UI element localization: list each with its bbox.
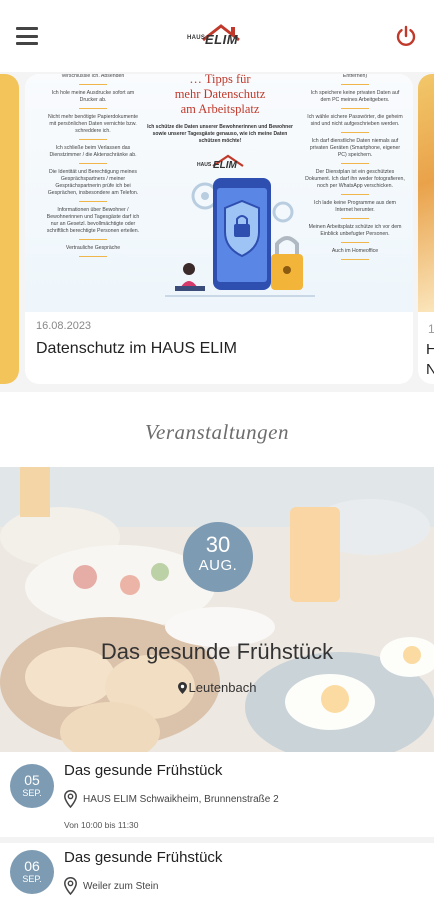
- security-phone-illustration: [165, 178, 315, 297]
- event-title: Das gesunde Frühstück: [64, 762, 223, 779]
- poster-left-column: Dateien (auch keine Word-Dokumente) vers…: [45, 74, 141, 262]
- app-header: HAUS ELIM: [0, 0, 434, 72]
- poster-heading: … Tipps für mehr Datenschutz am Arbeitsp…: [174, 74, 266, 116]
- news-card-date: 16.08.2023: [36, 320, 92, 332]
- news-card-next-title: HN: [426, 341, 434, 378]
- news-card-prev-peek[interactable]: [0, 74, 19, 384]
- news-card-next-image: [418, 74, 434, 312]
- power-icon[interactable]: [394, 24, 418, 48]
- logo-haus-text: HAUS: [187, 35, 206, 41]
- map-pin-icon: [64, 790, 77, 808]
- event-time: Von 10:00 bis 11:30: [64, 820, 139, 830]
- event-list-item[interactable]: 06 SEP. Das gesunde Frühstück Weiler zum…: [0, 843, 434, 900]
- news-card-poster-image: Dateien (auch keine Word-Dokumente) vers…: [25, 74, 413, 312]
- news-card-next-date: 1: [428, 322, 434, 336]
- haus-elim-logo[interactable]: HAUS ELIM: [187, 24, 247, 52]
- event-date-badge: 05 SEP.: [10, 764, 54, 808]
- event-list-item[interactable]: 05 SEP. Das gesunde Frühstück HAUS ELIM …: [0, 752, 434, 838]
- featured-event-location: Leutenbach: [0, 680, 434, 695]
- map-pin-icon: [177, 682, 187, 694]
- hamburger-menu-icon[interactable]: [16, 27, 38, 45]
- news-card-title[interactable]: Datenschutz im HAUS ELIM: [36, 340, 237, 358]
- news-card[interactable]: Dateien (auch keine Word-Dokumente) vers…: [25, 74, 413, 384]
- app-root: HAUS ELIM 1 HN Dateien (auch keine Word-…: [0, 0, 434, 900]
- poster-subtitle: Ich schütze die Daten unserer Bewohnerin…: [147, 124, 293, 144]
- featured-event-date-badge: 30 AUG.: [183, 522, 253, 592]
- featured-event-title: Das gesunde Frühstück: [100, 639, 334, 664]
- featured-event-card[interactable]: 30 AUG. Das gesunde Frühstück Leutenbach: [0, 467, 434, 752]
- events-section-title: Veranstaltungen: [145, 420, 289, 444]
- poster-right-column: bei meiner Abwesenheit (Strg + Alt + Ent…: [305, 74, 405, 265]
- hero-overlay: [0, 467, 434, 752]
- event-location: Weiler zum Stein: [64, 877, 158, 895]
- map-pin-icon: [64, 877, 77, 895]
- event-date-badge: 06 SEP.: [10, 850, 54, 894]
- news-card-next-peek[interactable]: 1 HN: [418, 74, 434, 384]
- event-location: HAUS ELIM Schwaikheim, Brunnenstraße 2: [64, 790, 279, 808]
- poster-logo: HAUS ELIM: [197, 154, 247, 176]
- event-title: Das gesunde Frühstück: [64, 849, 223, 866]
- logo-elim-text: ELIM: [205, 32, 239, 47]
